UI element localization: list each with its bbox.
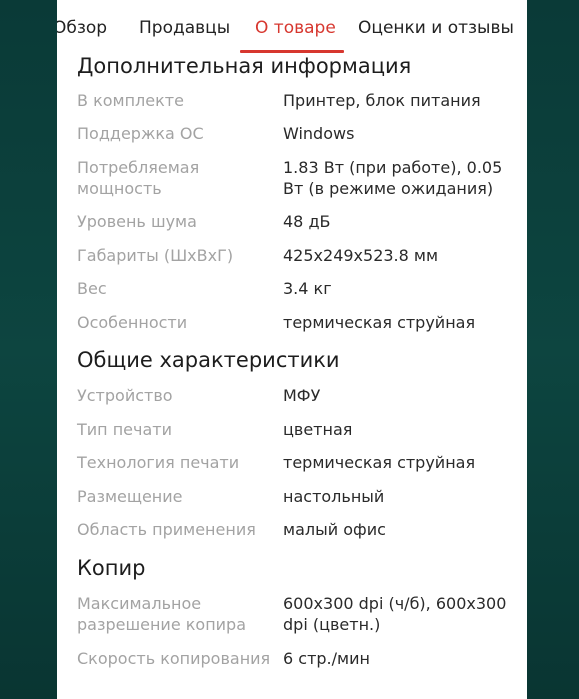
active-tab-indicator (240, 50, 344, 53)
spec-value-features: термическая струйная (283, 313, 476, 332)
spec-value-copy-resolution: 600x300 dpi (ч/б), 600x300 dpi (цветн.) (283, 594, 507, 634)
background-left-edge (0, 0, 57, 699)
product-info-panel: Обзор Продавцы О товаре Оценки и отзывы … (57, 0, 527, 699)
spec-value-device: МФУ (283, 386, 321, 405)
spec-value-print-type: цветная (283, 420, 353, 439)
section-title-general-specs: Общие характеристики (77, 348, 340, 372)
section-title-copier: Копир (77, 556, 146, 580)
spec-label-power: Потребляемая мощность (77, 158, 200, 198)
spec-value-noise: 48 дБ (283, 212, 331, 231)
tab-sellers[interactable]: Продавцы (139, 18, 230, 38)
spec-label-print-technology: Технология печати (77, 453, 240, 472)
spec-value-os-support: Windows (283, 124, 355, 143)
spec-label-device: Устройство (77, 386, 173, 405)
spec-label-print-type: Тип печати (77, 420, 172, 439)
spec-label-application-area: Область применения (77, 520, 256, 539)
spec-label-copy-resolution: Максимальное разрешение копира (77, 594, 247, 634)
spec-value-power: 1.83 Вт (при работе), 0.05 Вт (в режиме … (283, 158, 503, 198)
tab-bar: Обзор Продавцы О товаре Оценки и отзывы (57, 0, 527, 56)
spec-value-application-area: малый офис (283, 520, 386, 539)
spec-label-copy-speed: Скорость копирования (77, 649, 271, 668)
spec-label-package: В комплекте (77, 91, 184, 110)
spec-value-weight: 3.4 кг (283, 279, 332, 298)
spec-label-placement: Размещение (77, 487, 183, 506)
spec-label-dimensions: Габариты (ШхВхГ) (77, 246, 234, 265)
spec-label-features: Особенности (77, 313, 188, 332)
background-right-edge (527, 0, 579, 699)
spec-label-weight: Вес (77, 279, 107, 298)
tab-overview[interactable]: Обзор (57, 18, 107, 38)
tab-about-product[interactable]: О товаре (255, 18, 336, 38)
spec-label-os-support: Поддержка ОС (77, 124, 204, 143)
spec-value-package: Принтер, блок питания (283, 91, 481, 110)
spec-value-print-technology: термическая струйная (283, 453, 476, 472)
spec-value-placement: настольный (283, 487, 385, 506)
spec-value-dimensions: 425x249x523.8 мм (283, 246, 439, 265)
section-title-additional-info: Дополнительная информация (77, 54, 412, 78)
spec-value-copy-speed: 6 стр./мин (283, 649, 370, 668)
spec-label-noise: Уровень шума (77, 212, 197, 231)
tab-ratings-reviews[interactable]: Оценки и отзывы (358, 18, 514, 38)
